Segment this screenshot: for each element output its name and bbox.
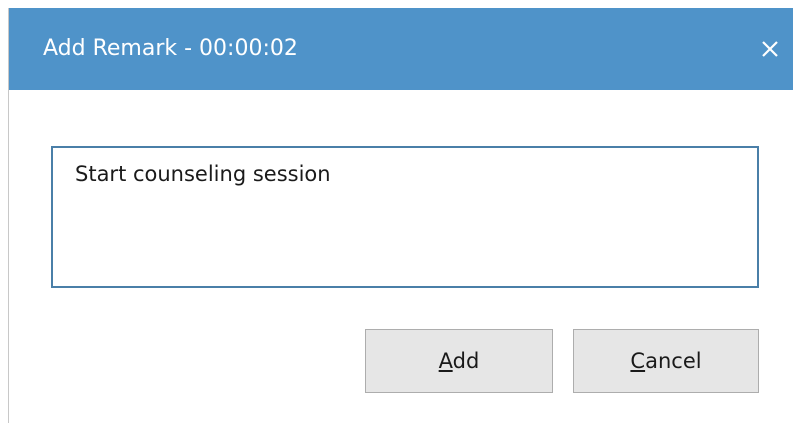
cancel-button-label: ancel	[645, 349, 702, 373]
cancel-button[interactable]: Cancel	[573, 329, 759, 393]
title-bar[interactable]: Add Remark - 00:00:02	[9, 8, 793, 90]
add-button-label: dd	[452, 349, 480, 373]
remark-input[interactable]: Start counseling session	[51, 146, 759, 288]
close-icon[interactable]	[752, 8, 788, 90]
dialog-title: Add Remark - 00:00:02	[43, 36, 298, 61]
add-remark-dialog: Add Remark - 00:00:02 Start counseling s…	[8, 8, 793, 423]
cancel-button-mnemonic: C	[630, 349, 646, 373]
add-button-mnemonic: A	[438, 349, 453, 373]
add-button[interactable]: Add	[365, 329, 553, 393]
